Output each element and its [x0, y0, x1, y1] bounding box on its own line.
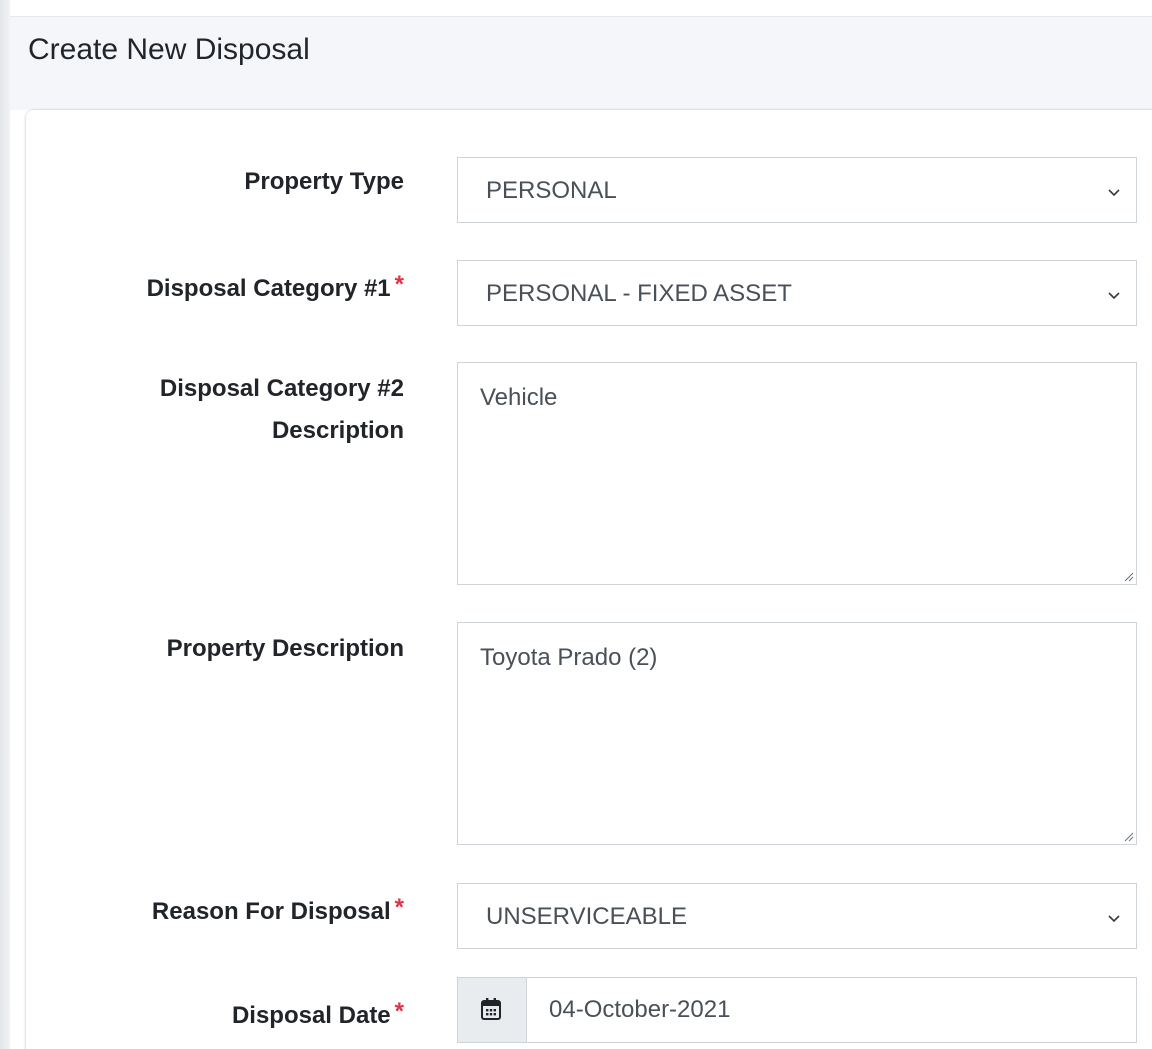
property-type-value: PERSONAL: [486, 177, 617, 204]
property-description-label-text: Property Description: [166, 635, 404, 662]
reason-for-disposal-select[interactable]: UNSERVICEABLE: [457, 883, 1137, 949]
disposal-category-1-label: Disposal Category #1 *: [74, 268, 404, 310]
chevron-down-icon: [1108, 189, 1120, 197]
property-description-label: Property Description: [74, 628, 404, 670]
disposal-category-1-value: PERSONAL - FIXED ASSET: [486, 280, 792, 307]
date-addon[interactable]: [458, 978, 527, 1042]
required-mark: *: [394, 271, 404, 298]
property-type-select[interactable]: PERSONAL: [457, 157, 1137, 223]
property-description-textarea[interactable]: Toyota Prado (2): [457, 622, 1137, 845]
resize-handle-icon[interactable]: [1120, 828, 1134, 842]
page-title: Create New Disposal: [28, 33, 310, 66]
calendar-icon: [481, 998, 501, 1020]
disposal-date-input-group[interactable]: 04-October-2021: [457, 977, 1137, 1043]
disposal-category-2-textarea[interactable]: Vehicle: [457, 362, 1137, 585]
disposal-date-label: Disposal Date *: [74, 995, 404, 1037]
required-mark: *: [394, 894, 404, 921]
chevron-down-icon: [1108, 915, 1120, 923]
chevron-down-icon: [1108, 292, 1120, 300]
reason-for-disposal-label: Reason For Disposal *: [74, 891, 404, 933]
disposal-category-2-label-line1: Disposal Category #2: [159, 375, 404, 402]
page: Create New Disposal Property Type PERSON…: [0, 0, 1152, 1049]
resize-handle-icon[interactable]: [1120, 568, 1134, 582]
disposal-category-2-label-line2: Description: [271, 417, 404, 444]
property-type-label: Property Type: [74, 161, 404, 203]
reason-for-disposal-label-text: Reason For Disposal: [151, 898, 391, 925]
disposal-category-1-label-text: Disposal Category #1: [146, 275, 391, 302]
reason-for-disposal-value: UNSERVICEABLE: [486, 903, 687, 930]
property-description-value: Toyota Prado (2): [480, 644, 658, 671]
disposal-category-1-select[interactable]: PERSONAL - FIXED ASSET: [457, 260, 1137, 326]
disposal-category-2-label: Disposal Category #2 Description: [74, 368, 404, 452]
required-mark: *: [394, 998, 404, 1025]
property-type-label-text: Property Type: [244, 168, 404, 195]
disposal-category-2-value: Vehicle: [480, 384, 558, 411]
disposal-date-value[interactable]: 04-October-2021: [549, 978, 730, 1042]
content-header: Create New Disposal: [10, 16, 1152, 110]
sidebar-edge: [0, 0, 10, 1049]
disposal-date-label-text: Disposal Date: [231, 1002, 391, 1029]
